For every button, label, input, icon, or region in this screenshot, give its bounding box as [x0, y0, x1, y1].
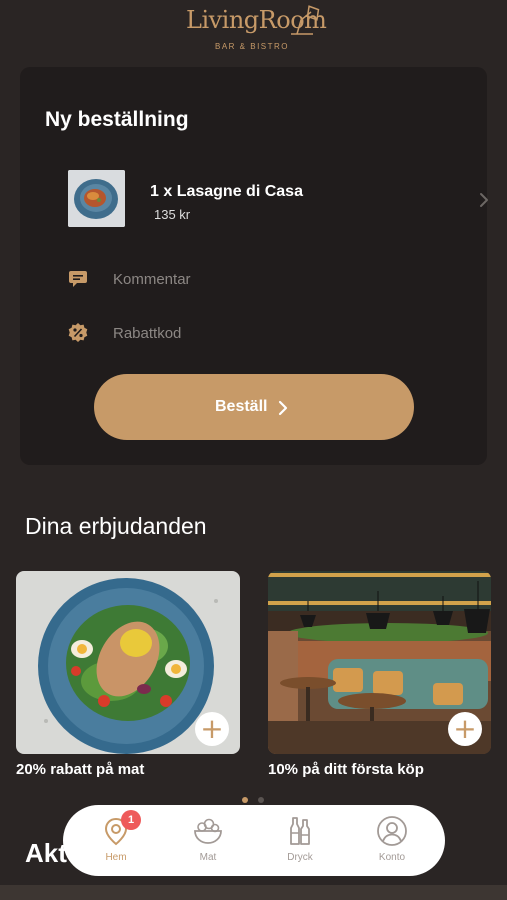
tab-account[interactable]: Konto	[354, 805, 430, 876]
comment-field[interactable]: Kommentar	[68, 265, 448, 295]
carousel-dot-active[interactable]	[242, 797, 248, 803]
add-offer-button[interactable]: +	[195, 712, 229, 746]
offer-label: 20% rabatt på mat	[16, 761, 145, 778]
item-thumbnail	[68, 170, 125, 227]
section-image-partial	[0, 885, 507, 900]
tab-drinks[interactable]: Dryck	[262, 805, 338, 876]
discount-icon	[68, 323, 88, 342]
item-price: 135 kr	[154, 207, 191, 222]
brand-header: LivingRoom BAR & BISTRO	[0, 0, 507, 60]
section-heading-partial: Akt	[25, 838, 67, 868]
bottom-tab-bar: 1 Hem Mat Dryck Konto	[63, 805, 445, 876]
brand-subtitle: BAR & BISTRO	[215, 42, 290, 51]
discount-placeholder: Rabattkod	[113, 325, 182, 342]
tab-label: Mat	[199, 852, 217, 863]
lamp-icon	[291, 5, 320, 35]
tab-label: Hem	[105, 852, 127, 863]
order-title: Ny beställning	[45, 108, 189, 131]
discount-code-field[interactable]: Rabattkod	[68, 319, 448, 349]
offer-card[interactable]: + 10% på ditt första köp	[268, 571, 507, 778]
place-order-button[interactable]: Beställ	[94, 374, 414, 440]
offer-label: 10% på ditt första köp	[268, 761, 424, 778]
offers-heading: Dina erbjudanden	[25, 513, 207, 539]
notification-badge: 1	[121, 810, 141, 830]
tab-label: Dryck	[287, 852, 313, 863]
comment-icon	[69, 271, 87, 287]
place-order-label: Beställ	[215, 398, 268, 415]
chevron-right-icon	[480, 193, 488, 207]
chevron-right-icon	[278, 400, 288, 416]
offer-card[interactable]: + 20% rabatt på mat	[16, 571, 240, 778]
user-icon	[377, 816, 407, 846]
add-offer-button[interactable]: +	[448, 712, 482, 746]
carousel-dot[interactable]	[258, 797, 264, 803]
tab-home[interactable]: 1 Hem	[78, 805, 154, 876]
salad-bowl-icon	[194, 818, 222, 844]
comment-placeholder: Kommentar	[113, 271, 191, 288]
new-order-card: Ny beställning 1 x Lasagne di Casa 135 k…	[20, 67, 488, 465]
bottles-icon	[290, 817, 310, 845]
order-item-row[interactable]: 1 x Lasagne di Casa 135 kr	[68, 170, 488, 228]
tab-label: Konto	[378, 852, 406, 863]
item-name: 1 x Lasagne di Casa	[150, 183, 303, 200]
tab-food[interactable]: Mat	[170, 805, 246, 876]
